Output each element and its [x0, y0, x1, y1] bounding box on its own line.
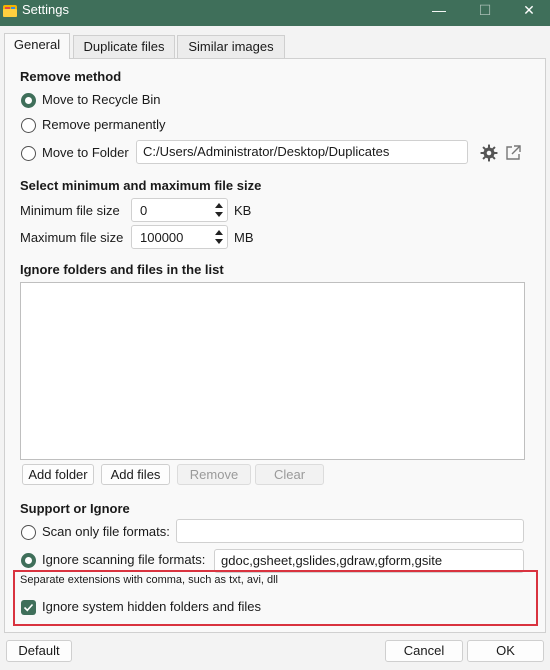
open-external-icon[interactable]: [503, 143, 523, 163]
cancel-button[interactable]: Cancel: [385, 640, 463, 662]
max-file-size-stepper[interactable]: 100000: [131, 225, 228, 249]
radio-label: Move to Recycle Bin: [42, 92, 161, 107]
folder-path-field[interactable]: C:/Users/Administrator/Desktop/Duplicate…: [136, 140, 468, 164]
ignore-list-heading: Ignore folders and files in the list: [20, 262, 224, 277]
radio-button[interactable]: [21, 93, 36, 108]
tab-similar-images[interactable]: Similar images: [177, 35, 285, 59]
dialog-body: General Duplicate files Similar images R…: [0, 26, 550, 670]
remove-method-heading: Remove method: [20, 69, 122, 84]
annotation-highlight-box: [13, 570, 538, 626]
gear-icon[interactable]: [479, 143, 499, 163]
radio-button[interactable]: [21, 118, 36, 133]
minimize-icon[interactable]: —: [416, 0, 462, 26]
radio-button[interactable]: [21, 146, 36, 161]
min-file-size-unit: KB: [234, 203, 252, 218]
radio-label: Move to Folder: [42, 145, 129, 160]
max-file-size-unit: MB: [234, 230, 254, 245]
add-files-button[interactable]: Add files: [101, 464, 170, 485]
max-file-size-value: 100000: [140, 230, 184, 245]
scan-only-formats-input[interactable]: [176, 519, 524, 543]
general-panel: Remove method Move to Recycle Bin Remove…: [4, 58, 546, 633]
tab-general[interactable]: General: [4, 33, 70, 59]
file-size-heading: Select minimum and maximum file size: [20, 178, 262, 193]
app-icon: [3, 5, 17, 17]
max-file-size-label: Maximum file size: [20, 230, 124, 245]
radio-label: Remove permanently: [42, 117, 166, 132]
min-file-size-stepper[interactable]: 0: [131, 198, 228, 222]
ok-button[interactable]: OK: [467, 640, 544, 662]
spin-up-icon[interactable]: [215, 230, 223, 235]
window-title: Settings: [22, 2, 69, 17]
add-folder-button[interactable]: Add folder: [22, 464, 94, 485]
radio-button[interactable]: [21, 553, 36, 568]
clear-button[interactable]: Clear: [255, 464, 324, 485]
default-button[interactable]: Default: [6, 640, 72, 662]
radio-label: Scan only file formats:: [42, 524, 170, 539]
remove-button[interactable]: Remove: [177, 464, 251, 485]
spin-down-icon[interactable]: [215, 239, 223, 244]
spin-down-icon[interactable]: [215, 212, 223, 217]
ignore-list-box[interactable]: [20, 282, 525, 460]
maximize-icon: ☐: [478, 2, 492, 18]
tab-duplicate-files[interactable]: Duplicate files: [73, 35, 175, 59]
min-file-size-value: 0: [140, 203, 148, 218]
close-icon[interactable]: ✕: [506, 0, 550, 26]
radio-button[interactable]: [21, 525, 36, 540]
spin-up-icon[interactable]: [215, 203, 223, 208]
support-or-ignore-heading: Support or Ignore: [20, 501, 130, 516]
radio-label: Ignore scanning file formats:: [42, 552, 206, 567]
min-file-size-label: Minimum file size: [20, 203, 120, 218]
